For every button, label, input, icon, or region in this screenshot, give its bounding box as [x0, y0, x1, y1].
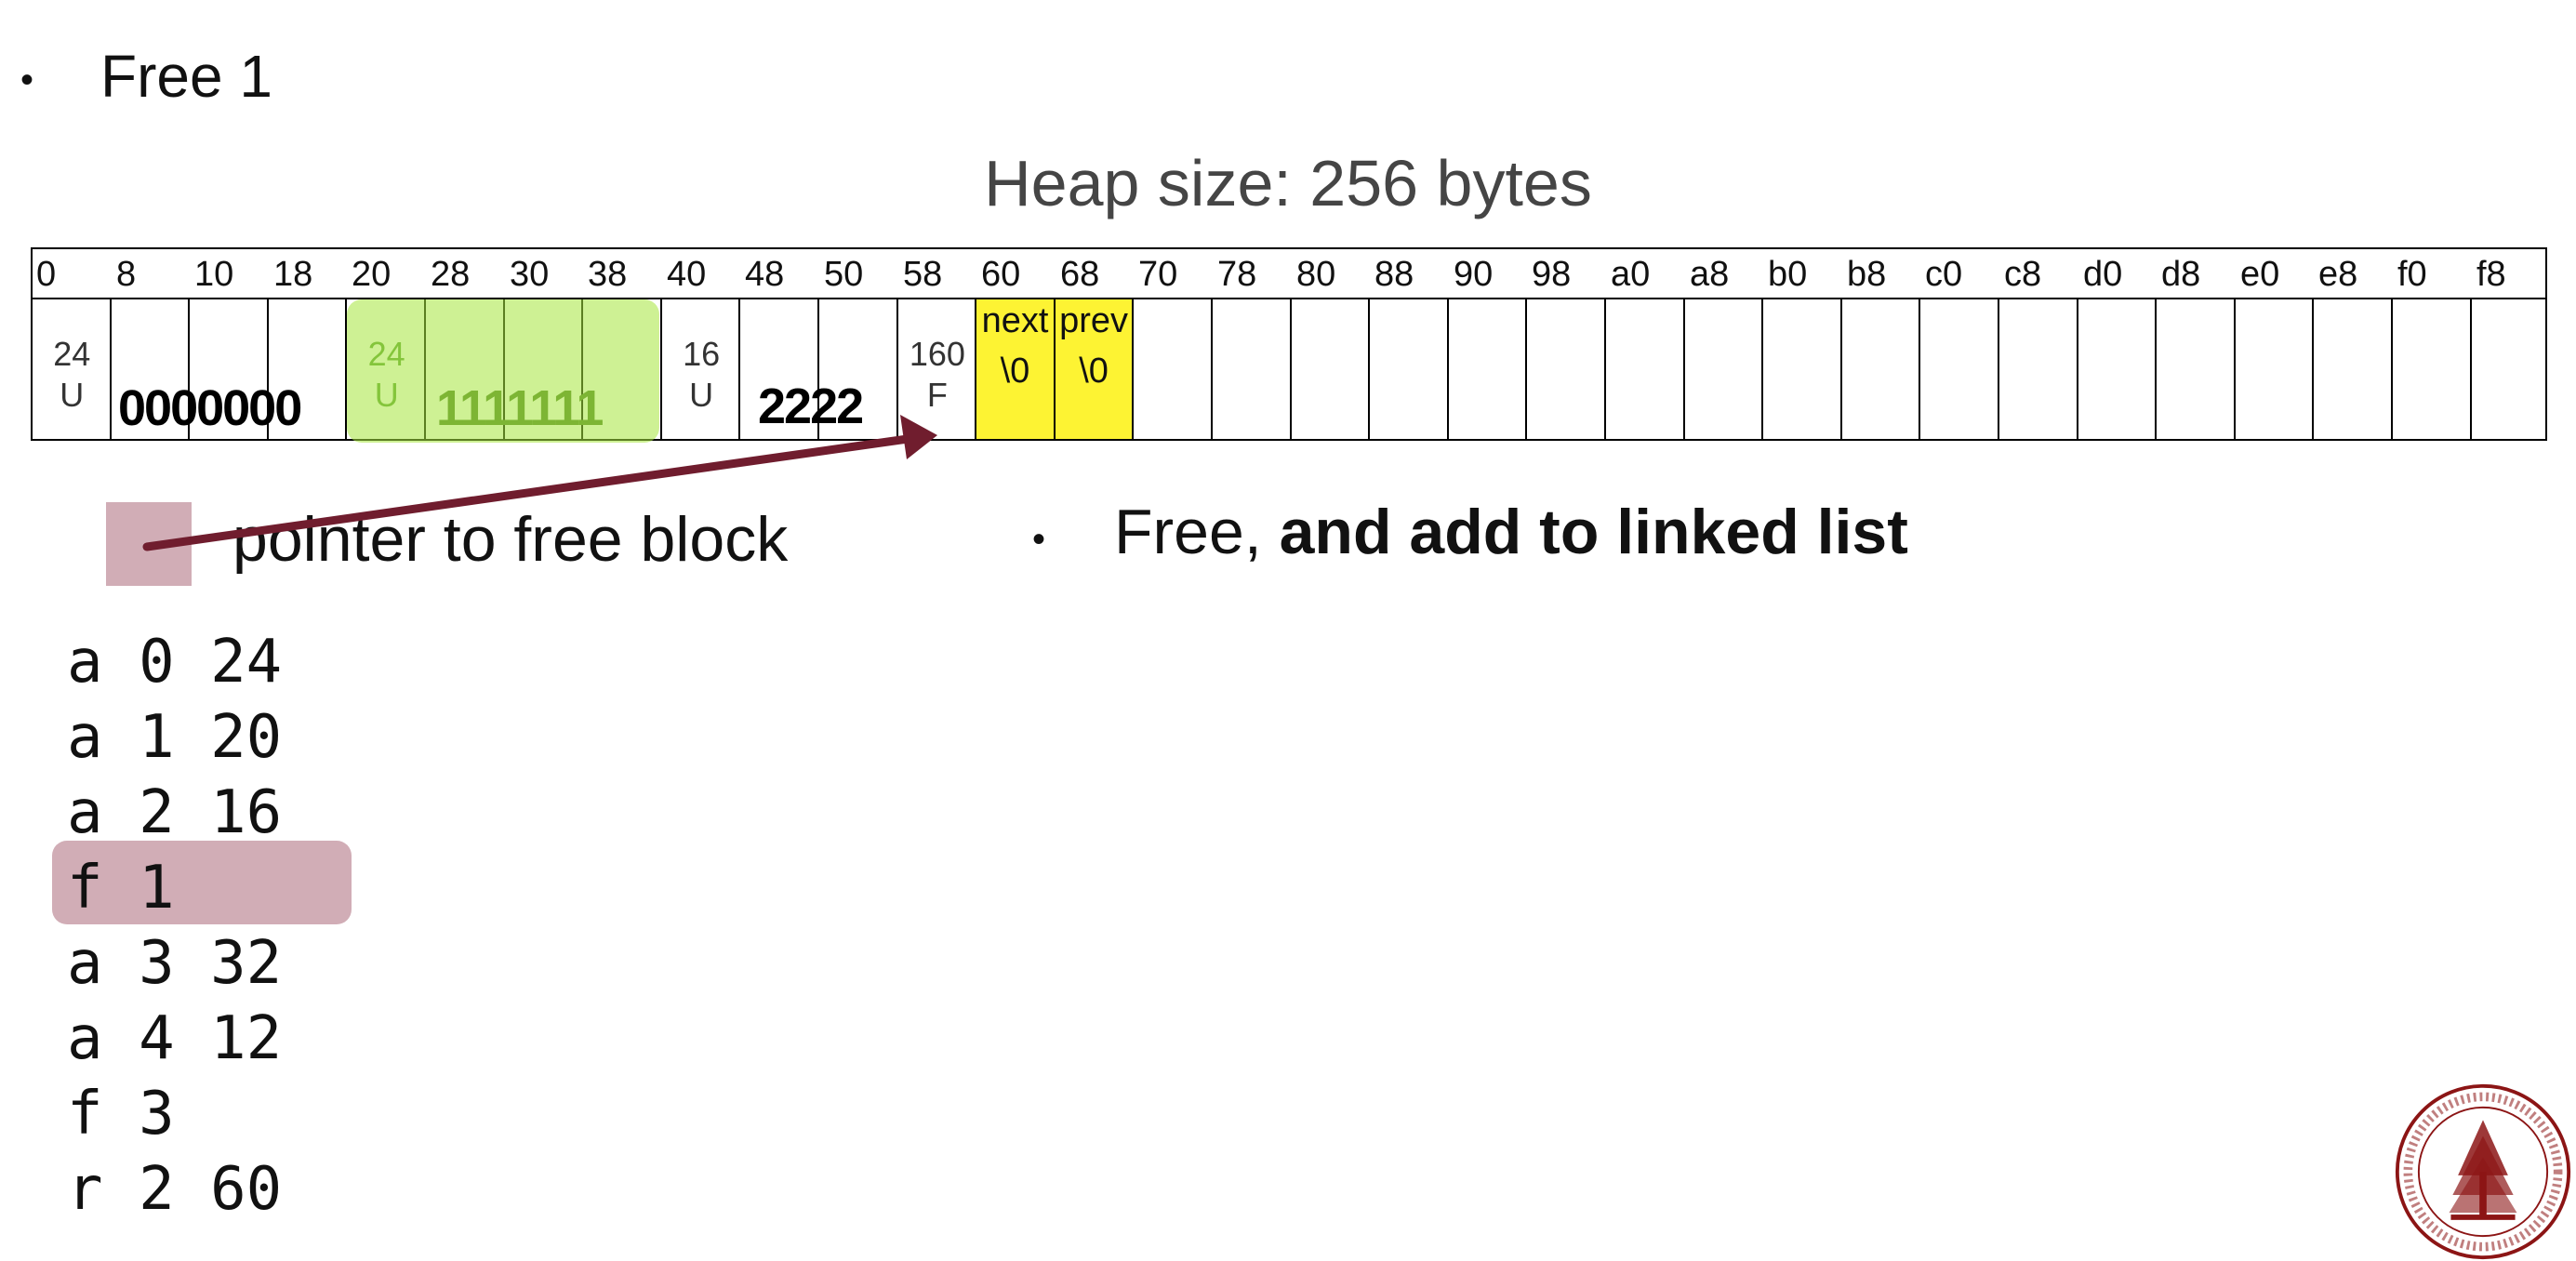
- address-label: 58: [903, 255, 943, 294]
- block2-data: 2222: [758, 378, 864, 434]
- heap-cell: [1449, 299, 1528, 439]
- note-bullet: •: [1032, 519, 1046, 560]
- heap-cell: [2314, 299, 2393, 439]
- address-label: e0: [2240, 255, 2280, 294]
- heap-cell: [1999, 299, 2078, 439]
- address-label: 78: [1217, 255, 1257, 294]
- block2-status: U: [689, 376, 714, 414]
- command-line: f 3: [67, 1080, 175, 1148]
- address-label: 70: [1138, 255, 1178, 294]
- address-label: 98: [1532, 255, 1572, 294]
- address-label: f0: [2397, 255, 2427, 294]
- pointer-legend-swatch: [106, 502, 192, 586]
- heap-cell: [1763, 299, 1842, 439]
- address-label: 0: [36, 255, 57, 294]
- stanford-seal-icon: [2395, 1083, 2571, 1260]
- heap-cell: [1606, 299, 1685, 439]
- block0-size: 24: [53, 335, 91, 373]
- address-label: 80: [1296, 255, 1336, 294]
- address-label: 50: [824, 255, 864, 294]
- heap-cell-next-pointer: next \0: [976, 299, 1056, 439]
- address-label: a0: [1611, 255, 1651, 294]
- heap-address-row: 0 8 10 18 20 28 30 38 40 48 50 58 60 68 …: [31, 247, 2547, 299]
- freed-block-highlight: [347, 299, 659, 443]
- command-line: a 3 32: [67, 929, 283, 998]
- heap-cell: [1370, 299, 1449, 439]
- block2-size: 16: [683, 335, 721, 373]
- address-label: f8: [2476, 255, 2506, 294]
- address-label: 30: [510, 255, 550, 294]
- address-label: 90: [1454, 255, 1494, 294]
- block0-data: 0000000: [118, 380, 302, 436]
- heap-cell: [2078, 299, 2158, 439]
- address-label: d8: [2161, 255, 2201, 294]
- address-label: 38: [588, 255, 628, 294]
- note-bold-text: and add to linked list: [1279, 497, 1908, 567]
- heap-cell: [1842, 299, 1921, 439]
- block3-status: F: [926, 376, 948, 414]
- pointer-legend-label: pointer to free block: [232, 504, 789, 575]
- address-label: d0: [2083, 255, 2123, 294]
- address-label: b8: [1847, 255, 1887, 294]
- linked-list-note: Free, and add to linked list: [1114, 500, 1908, 564]
- heap-cell: [1685, 299, 1764, 439]
- address-label: 48: [745, 255, 785, 294]
- address-label: 40: [667, 255, 707, 294]
- address-label: c0: [1925, 255, 1963, 294]
- slide-title: Free 1: [100, 43, 272, 110]
- heap-cell: [1213, 299, 1292, 439]
- command-line: r 2 60: [67, 1155, 283, 1224]
- heap-cell: [2236, 299, 2315, 439]
- prev-label: prev: [1059, 301, 1129, 340]
- heap-title: Heap size: 256 bytes: [984, 147, 1592, 219]
- heap-cell: [1527, 299, 1606, 439]
- next-label: next: [981, 301, 1049, 340]
- address-label: 28: [431, 255, 471, 294]
- command-line-current: f 1: [67, 854, 175, 923]
- address-label: 88: [1374, 255, 1414, 294]
- block3-size: 160: [909, 335, 965, 373]
- heap-cell: [1920, 299, 1999, 439]
- command-line: a 1 20: [67, 703, 283, 772]
- heap-cell: [1292, 299, 1371, 439]
- address-label: 8: [116, 255, 137, 294]
- prev-value: \0: [1079, 352, 1109, 391]
- title-bullet: •: [20, 60, 34, 100]
- heap-cell: [2393, 299, 2472, 439]
- heap-cell: [2157, 299, 2236, 439]
- address-label: 20: [352, 255, 392, 294]
- next-value: \0: [1000, 352, 1030, 391]
- heap-cell: [1134, 299, 1213, 439]
- heap-cell: [2472, 299, 2547, 439]
- command-line: a 2 16: [67, 778, 283, 847]
- heap-cell-prev-pointer: prev \0: [1055, 299, 1135, 439]
- block0-status: U: [60, 376, 85, 414]
- address-label: c8: [2004, 255, 2042, 294]
- address-label: e8: [2318, 255, 2358, 294]
- command-line: a 0 24: [67, 628, 283, 697]
- note-plain-text: Free,: [1114, 497, 1280, 567]
- address-label: a8: [1690, 255, 1730, 294]
- address-label: 18: [273, 255, 313, 294]
- address-label: 68: [1060, 255, 1100, 294]
- address-label: b0: [1768, 255, 1808, 294]
- address-label: 10: [194, 255, 234, 294]
- command-line: a 4 12: [67, 1004, 283, 1073]
- address-label: 60: [981, 255, 1021, 294]
